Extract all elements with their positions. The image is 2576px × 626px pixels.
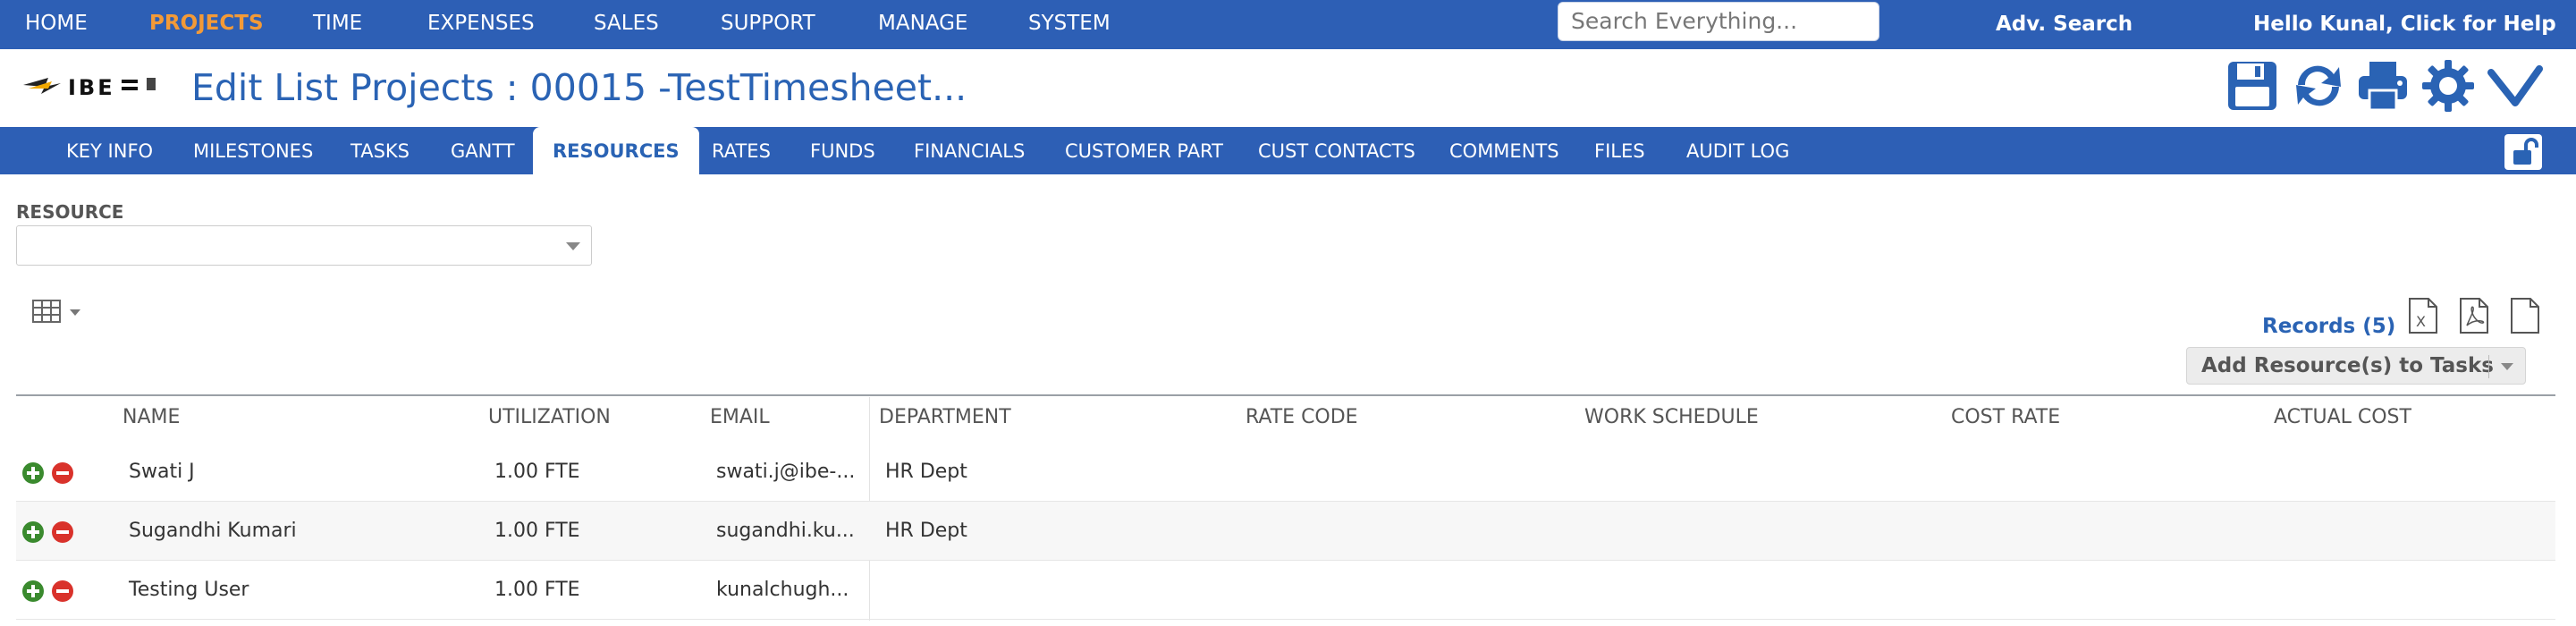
- cell-email: sugandhi.ku...: [716, 520, 855, 542]
- tab-customer-part[interactable]: CUSTOMER PART: [1065, 127, 1223, 174]
- tab-files[interactable]: FILES: [1594, 127, 1645, 174]
- column-header-rate-code[interactable]: RATE CODE: [1246, 406, 1358, 428]
- tab-funds[interactable]: FUNDS: [810, 127, 875, 174]
- save-icon[interactable]: [2225, 58, 2280, 114]
- table-row[interactable]: Testing User 1.00 FTE kunalchugh...: [16, 561, 2555, 620]
- tab-comments[interactable]: COMMENTS: [1449, 127, 1559, 174]
- cell-utilization: 1.00 FTE: [494, 461, 580, 483]
- remove-row-icon[interactable]: [51, 461, 74, 485]
- nav-projects[interactable]: PROJECTS: [149, 0, 264, 49]
- svg-text:IBE: IBE: [68, 75, 115, 100]
- tab-financials[interactable]: FINANCIALS: [914, 127, 1025, 174]
- chevron-down-icon: [566, 242, 580, 250]
- nav-system[interactable]: SYSTEM: [1028, 0, 1111, 49]
- tab-key-info[interactable]: KEY INFO: [66, 127, 153, 174]
- nav-expenses[interactable]: EXPENSES: [427, 0, 535, 49]
- tab-gantt[interactable]: GANTT: [451, 127, 515, 174]
- document-export-icon[interactable]: [2509, 297, 2541, 334]
- adv-search-link[interactable]: Adv. Search: [1996, 0, 2133, 48]
- refresh-icon[interactable]: [2291, 58, 2346, 114]
- add-row-icon[interactable]: [21, 461, 45, 485]
- company-logo: IBE: [23, 75, 156, 100]
- button-divider: [2488, 355, 2489, 378]
- cell-name: Sugandhi Kumari: [129, 520, 297, 542]
- column-header-work-schedule[interactable]: WORK SCHEDULE: [1584, 406, 1759, 428]
- help-greeting-link[interactable]: Hello Kunal, Click for Help: [2253, 0, 2556, 48]
- cell-utilization: 1.00 FTE: [494, 520, 580, 542]
- grid-view-icon[interactable]: [32, 299, 86, 326]
- tab-audit-log[interactable]: AUDIT LOG: [1686, 127, 1789, 174]
- nav-sales[interactable]: SALES: [594, 0, 659, 49]
- svg-text:X: X: [2416, 313, 2426, 330]
- settings-icon[interactable]: [2420, 58, 2476, 114]
- column-header-cost-rate[interactable]: COST RATE: [1951, 406, 2060, 428]
- nav-manage[interactable]: MANAGE: [878, 0, 967, 49]
- top-nav: HOME PROJECTS TIME EXPENSES SALES SUPPOR…: [0, 0, 2576, 49]
- tab-rates[interactable]: RATES: [712, 127, 771, 174]
- cell-utilization: 1.00 FTE: [494, 579, 580, 601]
- page-header: IBE Edit List Projects : 00015 -TestTime…: [0, 49, 2576, 127]
- column-header-name[interactable]: NAME: [122, 406, 180, 428]
- search-input[interactable]: Search Everything...: [1558, 2, 1879, 41]
- cell-department: HR Dept: [885, 461, 967, 483]
- resource-filter-label: RESOURCE: [16, 201, 124, 223]
- remove-row-icon[interactable]: [51, 579, 74, 603]
- nav-home[interactable]: HOME: [25, 0, 88, 49]
- check-icon[interactable]: [2487, 58, 2543, 114]
- column-header-email[interactable]: EMAIL: [710, 406, 770, 428]
- tab-resources[interactable]: RESOURCES: [533, 127, 699, 174]
- tab-tasks[interactable]: TASKS: [351, 127, 410, 174]
- table-row[interactable]: Swati J 1.00 FTE swati.j@ibe-... HR Dept: [16, 443, 2555, 502]
- add-row-icon[interactable]: [21, 520, 45, 544]
- unlock-icon[interactable]: [2504, 134, 2542, 170]
- print-icon[interactable]: [2355, 58, 2411, 114]
- column-header-utilization[interactable]: UTILIZATION: [488, 406, 611, 428]
- excel-export-icon[interactable]: X: [2407, 297, 2439, 334]
- remove-row-icon[interactable]: [51, 520, 74, 544]
- project-tabs: KEY INFO MILESTONES TASKS GANTT RESOURCE…: [0, 127, 2576, 174]
- chevron-down-icon[interactable]: [2501, 363, 2513, 370]
- pdf-export-icon[interactable]: [2458, 297, 2490, 334]
- column-header-department[interactable]: DEPARTMENT: [879, 406, 1011, 428]
- cell-department: HR Dept: [885, 520, 967, 542]
- cell-email: kunalchugh...: [716, 579, 849, 601]
- tab-cust-contacts[interactable]: CUST CONTACTS: [1258, 127, 1415, 174]
- table-top-border: [16, 394, 2555, 396]
- cell-name: Swati J: [129, 461, 195, 483]
- page-title: Edit List Projects : 00015 -TestTimeshee…: [191, 66, 967, 109]
- add-resources-label: Add Resource(s) to Tasks: [2201, 354, 2494, 377]
- records-count[interactable]: Records (5): [2262, 315, 2395, 338]
- column-header-actual-cost[interactable]: ACTUAL COST: [2274, 406, 2411, 428]
- resource-select[interactable]: [16, 225, 592, 266]
- tab-milestones[interactable]: MILESTONES: [193, 127, 313, 174]
- cell-email: swati.j@ibe-...: [716, 461, 856, 483]
- table-row[interactable]: Sugandhi Kumari 1.00 FTE sugandhi.ku... …: [16, 502, 2555, 561]
- add-row-icon[interactable]: [21, 579, 45, 603]
- nav-time[interactable]: TIME: [313, 0, 362, 49]
- add-resources-to-tasks-button[interactable]: Add Resource(s) to Tasks: [2186, 347, 2526, 385]
- nav-support[interactable]: SUPPORT: [721, 0, 815, 49]
- cell-name: Testing User: [129, 579, 249, 601]
